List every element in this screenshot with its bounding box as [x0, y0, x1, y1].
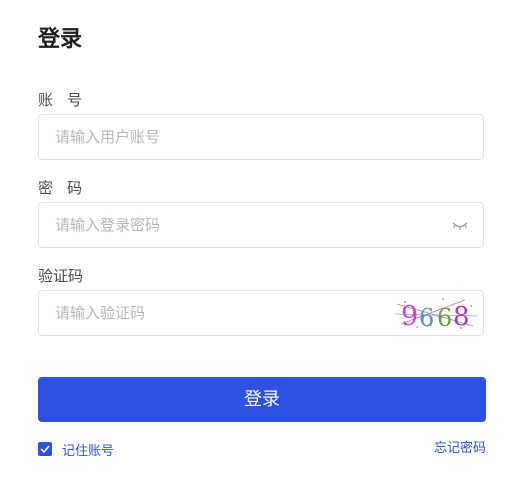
captcha-field-box: 9 6 6 8 — [38, 290, 484, 336]
captcha-digit-3: 6 — [437, 304, 452, 332]
password-input[interactable] — [39, 203, 483, 247]
account-input[interactable] — [39, 115, 483, 159]
password-label: 密码 — [38, 179, 97, 197]
remember-account-label: 记住账号 — [62, 443, 115, 459]
forgot-password-link[interactable]: 忘记密码 — [434, 440, 486, 458]
captcha-image[interactable]: 9 6 6 8 — [394, 294, 478, 332]
captcha-digit-4: 8 — [453, 302, 470, 332]
captcha-digit-1: 9 — [401, 301, 418, 332]
eye-closed-icon[interactable] — [451, 218, 469, 232]
password-field-box — [38, 202, 484, 248]
page-title: 登录 — [38, 27, 83, 52]
account-label: 账号 — [38, 91, 97, 109]
remember-account-toggle[interactable]: 记住账号 — [38, 440, 115, 459]
captcha-label: 验证码 — [38, 267, 84, 285]
login-panel: 登录 账号 密码 验证码 — [0, 0, 507, 480]
account-field-box — [38, 114, 484, 160]
captcha-digit-2: 6 — [419, 304, 434, 332]
checkbox-checked-icon[interactable] — [38, 442, 52, 456]
login-button[interactable]: 登录 — [38, 377, 486, 422]
